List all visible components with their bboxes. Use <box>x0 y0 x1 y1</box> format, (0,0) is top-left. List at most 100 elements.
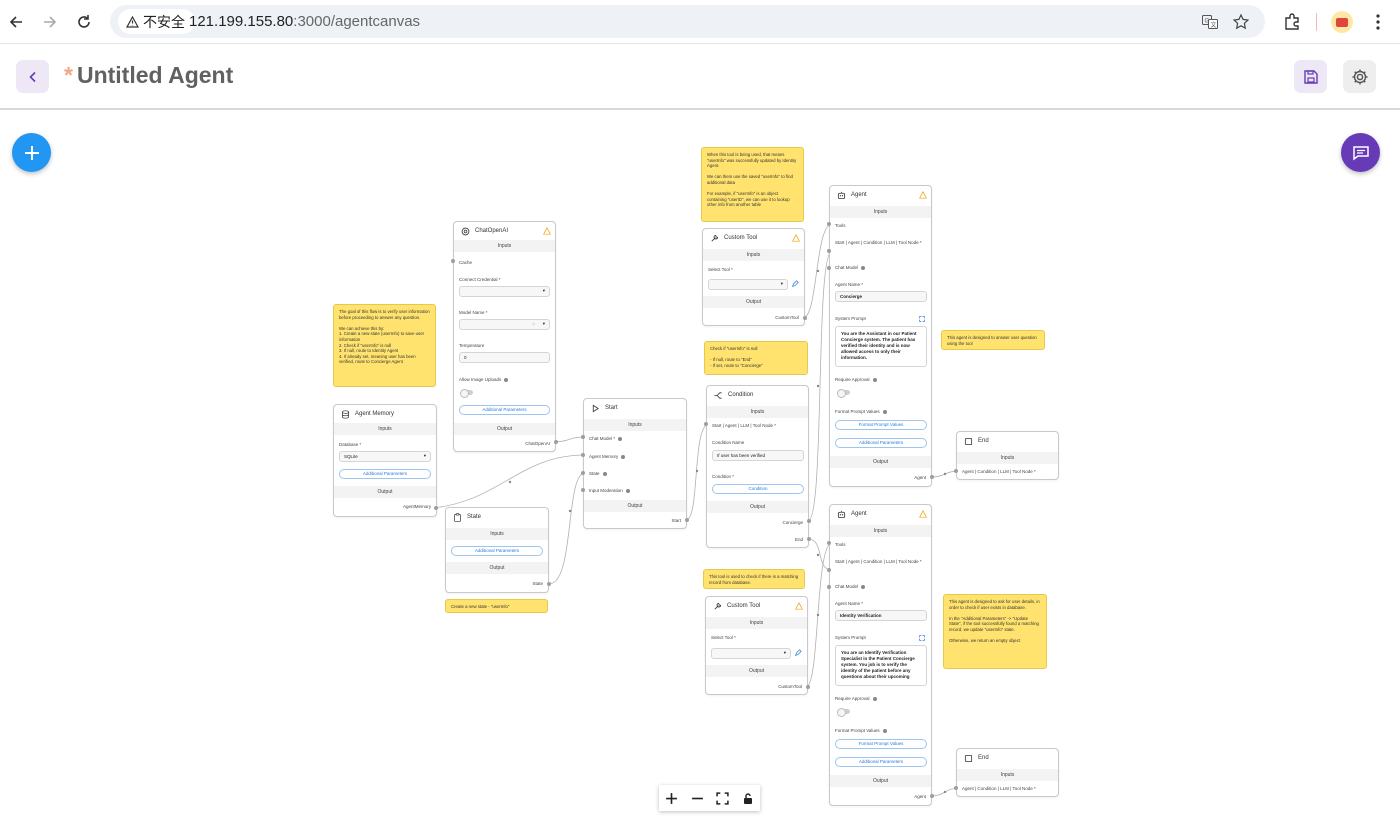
image-uploads-toggle[interactable] <box>460 388 473 398</box>
node-state[interactable]: State Inputs Additional Parameters Outpu… <box>445 507 549 593</box>
input-handle[interactable] <box>954 786 958 790</box>
browser-menu-icon[interactable] <box>1366 10 1390 34</box>
back-button[interactable] <box>16 60 49 93</box>
chat-button[interactable] <box>1341 133 1380 172</box>
node-title: Start <box>605 405 618 411</box>
input-handle[interactable] <box>827 222 831 226</box>
node-end-2[interactable]: End Inputs Agent | Condition | LLM | Too… <box>956 748 1059 797</box>
output-handle[interactable] <box>685 518 689 522</box>
format-prompt-button[interactable]: Format Prompt Values <box>835 420 927 430</box>
node-agent-identity[interactable]: Agent Inputs Tools Start | Agent | Condi… <box>829 504 932 806</box>
security-chip[interactable]: 不安全 <box>118 9 195 34</box>
node-agent-memory[interactable]: Agent Memory Inputs Database * SQLite ▾ A… <box>333 404 437 517</box>
forward-arrow-icon[interactable] <box>38 10 62 34</box>
format-prompt-button[interactable]: Format Prompt Values <box>835 739 927 749</box>
back-arrow-icon[interactable] <box>4 10 28 34</box>
agent-name-input[interactable]: Concierge <box>835 291 927 302</box>
input-handle[interactable] <box>827 266 831 270</box>
zoom-controls <box>659 785 760 811</box>
flow-canvas[interactable]: The goal of this flow is to verify user … <box>0 111 1400 820</box>
additional-parameters-button[interactable]: Additional Parameters <box>451 546 543 556</box>
node-end-1[interactable]: End Inputs Agent | Condition | LLM | Too… <box>956 431 1059 480</box>
output-handle[interactable] <box>930 794 934 798</box>
database-label: Database * <box>339 442 362 447</box>
node-custom-tool-2[interactable]: Custom Tool Inputs Select Tool * ▾ Outpu… <box>705 596 808 695</box>
temperature-input[interactable]: 0 <box>459 352 550 363</box>
output-handle[interactable] <box>807 537 811 541</box>
warning-icon <box>126 15 139 28</box>
end-input-label: Agent | Condition | LLM | Tool Node * <box>962 786 1036 791</box>
additional-parameters-button[interactable]: Additional Parameters <box>835 438 927 448</box>
note-answer-agent[interactable]: This agent is designed to answer user qu… <box>941 330 1045 350</box>
save-button[interactable] <box>1294 60 1327 93</box>
info-icon <box>861 584 866 589</box>
system-prompt-textarea[interactable]: You are an Identify Verification Special… <box>835 645 927 686</box>
output-handle[interactable] <box>807 519 811 523</box>
credential-select[interactable]: ▾ <box>459 286 550 297</box>
output-handle[interactable] <box>806 685 810 689</box>
output-handle[interactable] <box>930 475 934 479</box>
bookmark-star-icon[interactable] <box>1232 13 1250 31</box>
input-moderation-text: Input Moderation <box>589 488 623 493</box>
page-title[interactable]: * Untitled Agent <box>64 62 233 89</box>
input-handle[interactable] <box>954 469 958 473</box>
address-bar[interactable]: 不安全 121.199.155.80:3000/agentcanvas G文 <box>110 5 1265 38</box>
fit-view-icon[interactable] <box>716 791 729 805</box>
lock-icon[interactable] <box>742 792 754 805</box>
reload-icon[interactable] <box>72 10 96 34</box>
input-handle[interactable] <box>581 488 585 492</box>
inputs-header: Inputs <box>830 206 931 218</box>
dropdown-arrow-icon: ▾ <box>542 321 545 326</box>
additional-parameters-button[interactable]: Additional Parameters <box>339 469 431 479</box>
input-handle[interactable] <box>827 568 831 572</box>
edit-icon[interactable] <box>791 280 799 288</box>
database-select[interactable]: SQLite ▾ <box>339 451 431 462</box>
input-handle[interactable] <box>581 471 585 475</box>
profile-avatar-icon[interactable] <box>1330 10 1354 34</box>
output-handle[interactable] <box>434 506 438 510</box>
note-state[interactable]: Create a new state - "userInfo" <box>445 599 548 613</box>
require-approval-toggle[interactable] <box>837 388 850 398</box>
output-handle[interactable] <box>547 582 551 586</box>
translate-icon[interactable]: G文 <box>1201 13 1219 31</box>
input-handle[interactable] <box>704 422 708 426</box>
system-prompt-textarea[interactable]: You are the Assistant in our Patient Con… <box>835 326 927 367</box>
input-handle[interactable] <box>827 541 831 545</box>
note-identity-agent[interactable]: This agent is designed to ask for user d… <box>943 594 1047 669</box>
model-name-select[interactable]: ◌ ▾ <box>459 319 550 330</box>
agent-name-input[interactable]: Identity Verification <box>835 610 927 621</box>
node-start[interactable]: Start Inputs Chat Model * Agent Memory S… <box>583 398 687 529</box>
node-chatopenai[interactable]: ChatOpenAI Inputs Cache Connect Credenti… <box>453 221 556 452</box>
edit-icon[interactable] <box>794 649 802 657</box>
select-tool-dropdown[interactable]: ▾ <box>711 648 791 659</box>
wrench-icon <box>709 233 719 243</box>
zoom-in-icon[interactable] <box>665 792 678 805</box>
output-handle[interactable] <box>554 440 558 444</box>
input-handle[interactable] <box>581 453 585 457</box>
additional-parameters-button[interactable]: Additional Parameters <box>835 757 927 767</box>
extensions-icon[interactable] <box>1280 10 1304 34</box>
settings-button[interactable] <box>1343 60 1376 93</box>
note-check-db[interactable]: This tool is used to check if there is a… <box>703 569 805 589</box>
note-check-null[interactable]: Check if "userInfo" is null - If null, r… <box>704 341 808 375</box>
additional-parameters-button[interactable]: Additional Parameters <box>459 405 550 415</box>
add-node-button[interactable] <box>12 133 51 172</box>
condition-button[interactable]: Condition <box>712 484 804 494</box>
zoom-out-icon[interactable] <box>691 792 704 805</box>
gear-icon <box>1352 69 1367 84</box>
node-condition[interactable]: Condition Inputs Start | Agent | LLM | T… <box>706 385 809 548</box>
input-handle[interactable] <box>581 435 585 439</box>
expand-icon[interactable] <box>919 316 925 322</box>
require-approval-toggle[interactable] <box>837 707 850 717</box>
node-custom-tool-1[interactable]: Custom Tool Inputs Select Tool * ▾ Outpu… <box>702 228 805 326</box>
condition-name-input[interactable]: If user has been verified <box>712 450 804 461</box>
node-agent-concierge[interactable]: Agent Inputs Tools Start | Agent | Condi… <box>829 185 932 487</box>
input-handle[interactable] <box>451 259 455 263</box>
select-tool-dropdown[interactable]: ▾ <box>708 279 788 290</box>
input-handle[interactable] <box>827 585 831 589</box>
expand-icon[interactable] <box>919 635 925 641</box>
input-handle[interactable] <box>827 249 831 253</box>
note-goal[interactable]: The goal of this flow is to verify user … <box>333 304 436 387</box>
note-tool-used[interactable]: When this tool is being used, that means… <box>701 147 804 222</box>
output-handle[interactable] <box>803 316 807 320</box>
